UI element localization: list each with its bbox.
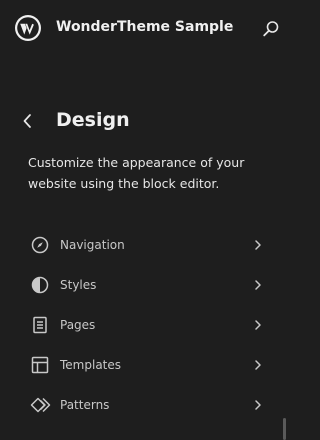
nav-item-navigation[interactable]: Navigation	[22, 225, 278, 265]
styles-half-circle-icon	[31, 276, 49, 294]
chevron-right-icon	[255, 360, 261, 370]
chevron-left-icon[interactable]	[18, 111, 38, 131]
nav-item-label: Navigation	[60, 238, 125, 252]
design-nav-list: Navigation Styles Pages Templates Patter…	[22, 225, 278, 425]
templates-layout-icon	[31, 356, 49, 374]
chevron-right-icon	[255, 320, 261, 330]
site-title[interactable]: WonderTheme Sample	[56, 19, 233, 35]
patterns-diamond-icon	[30, 397, 51, 413]
nav-item-pages[interactable]: Pages	[22, 305, 278, 345]
nav-item-label: Templates	[60, 358, 122, 372]
chevron-right-icon	[255, 400, 261, 410]
site-header: WonderTheme Sample	[0, 0, 288, 58]
chevron-right-icon	[255, 240, 261, 250]
scrollbar-thumb[interactable]	[283, 418, 286, 440]
pages-document-icon	[33, 316, 47, 334]
navigation-compass-icon	[31, 236, 49, 254]
search-icon[interactable]	[261, 19, 281, 39]
chevron-right-icon	[255, 280, 261, 290]
nav-item-templates[interactable]: Templates	[22, 345, 278, 385]
page-title: Design	[56, 109, 130, 131]
nav-item-patterns[interactable]: Patterns	[22, 385, 278, 425]
nav-item-label: Patterns	[60, 398, 110, 412]
nav-item-label: Pages	[60, 318, 96, 332]
wordpress-logo-icon[interactable]	[14, 14, 42, 42]
nav-item-label: Styles	[60, 278, 97, 292]
panel-description: Customize the appearance of your website…	[28, 155, 245, 191]
nav-item-styles[interactable]: Styles	[22, 265, 278, 305]
